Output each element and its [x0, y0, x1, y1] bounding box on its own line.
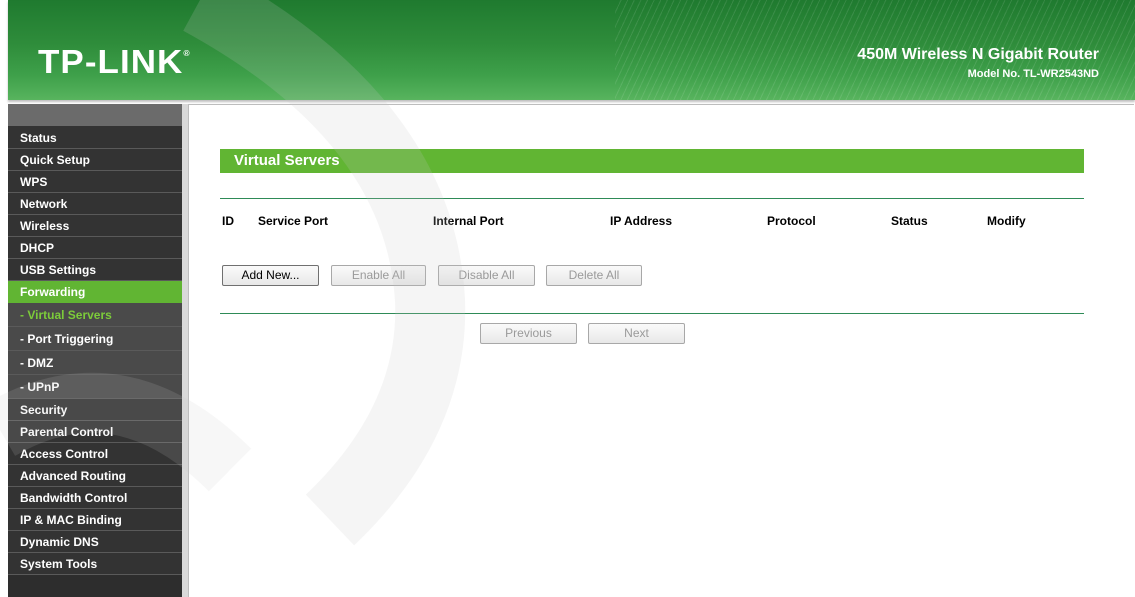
content-frame [188, 104, 1134, 597]
sidebar-item-wps[interactable]: WPS [8, 171, 182, 193]
sidebar-item-security[interactable]: Security [8, 399, 182, 421]
model-number: Model No. TL-WR2543ND [967, 68, 1099, 80]
sidebar-menu: Status Quick Setup WPS Network Wireless … [8, 104, 182, 597]
column-header-ip-address: IP Address [610, 214, 673, 228]
tp-link-logo: TP-LINK® [38, 43, 191, 80]
sidebar-item-parental-control[interactable]: Parental Control [8, 421, 182, 443]
sidebar-item-dhcp[interactable]: DHCP [8, 237, 182, 259]
column-header-modify: Modify [987, 214, 1026, 228]
section-title: Virtual Servers [220, 149, 1084, 173]
divider-bottom [220, 313, 1084, 314]
sidebar-top-spacer [8, 104, 182, 127]
column-header-protocol: Protocol [767, 214, 816, 228]
disable-all-button[interactable]: Disable All [438, 265, 535, 286]
sidebar-item-status[interactable]: Status [8, 127, 182, 149]
next-button[interactable]: Next [588, 323, 685, 344]
sidebar-item-forwarding[interactable]: Forwarding [8, 281, 182, 303]
sidebar-subitem-dmz[interactable]: - DMZ [8, 351, 182, 375]
sidebar-subitem-upnp[interactable]: - UPnP [8, 375, 182, 399]
column-header-internal-port: Internal Port [433, 214, 504, 228]
column-header-service-port: Service Port [258, 214, 329, 228]
divider-top [220, 198, 1084, 199]
sidebar-item-advanced-routing[interactable]: Advanced Routing [8, 465, 182, 487]
sidebar-item-wireless[interactable]: Wireless [8, 215, 182, 237]
enable-all-button[interactable]: Enable All [331, 265, 426, 286]
sidebar-item-network[interactable]: Network [8, 193, 182, 215]
column-header-id: ID [222, 214, 234, 228]
sidebar-item-access-control[interactable]: Access Control [8, 443, 182, 465]
sidebar-subitem-port-triggering[interactable]: - Port Triggering [8, 327, 182, 351]
sidebar-item-quick-setup[interactable]: Quick Setup [8, 149, 182, 171]
sidebar-item-system-tools[interactable]: System Tools [8, 553, 182, 575]
column-header-status: Status [891, 214, 928, 228]
sidebar-item-ip-mac-binding[interactable]: IP & MAC Binding [8, 509, 182, 531]
delete-all-button[interactable]: Delete All [546, 265, 642, 286]
add-new-button[interactable]: Add New... [222, 265, 319, 286]
previous-button[interactable]: Previous [480, 323, 577, 344]
product-title: 450M Wireless N Gigabit Router [857, 46, 1099, 63]
sidebar-subitem-virtual-servers[interactable]: - Virtual Servers [8, 303, 182, 327]
header-banner: TP-LINK® 450M Wireless N Gigabit Router … [8, 0, 1135, 100]
sidebar-item-dynamic-dns[interactable]: Dynamic DNS [8, 531, 182, 553]
sidebar-item-bandwidth-control[interactable]: Bandwidth Control [8, 487, 182, 509]
sidebar-item-usb-settings[interactable]: USB Settings [8, 259, 182, 281]
